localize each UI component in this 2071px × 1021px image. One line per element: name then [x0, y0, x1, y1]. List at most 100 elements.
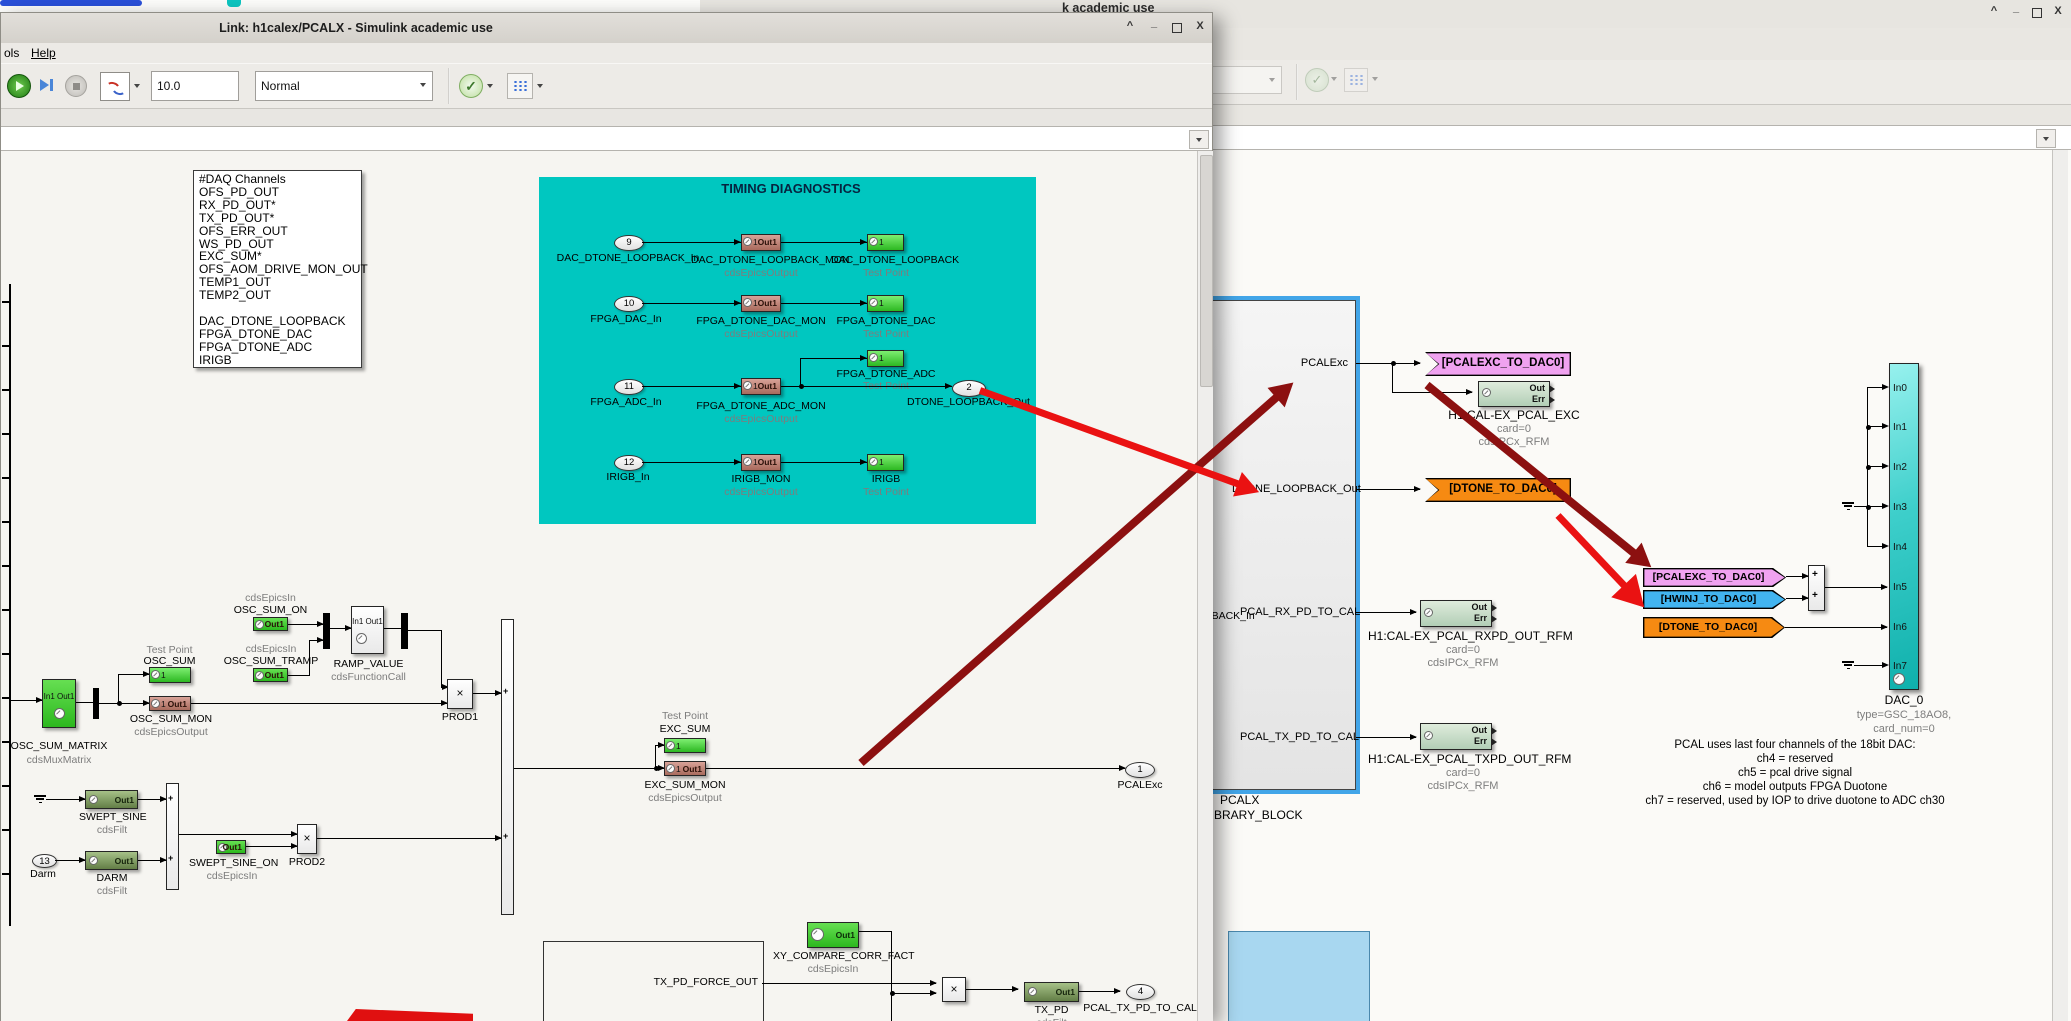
library-browser-icon[interactable]	[507, 73, 533, 99]
osc-sum-mon-block[interactable]: 1Out1	[149, 696, 191, 711]
inport-10[interactable]: 10	[614, 296, 644, 312]
darm-block[interactable]: Out1	[85, 851, 138, 870]
dac0-card: card_num=0	[1844, 723, 1964, 735]
bg-maximize-button[interactable]	[2032, 8, 2042, 18]
exc-sum-mon-label: EXC_SUM_MON	[635, 780, 735, 792]
bg-strip-dropdown-button[interactable]	[2036, 129, 2056, 148]
osc-sum-matrix-block[interactable]: In1 Out1	[42, 679, 76, 728]
bg-library-browser-icon[interactable]	[1344, 68, 1368, 92]
step-forward-icon[interactable]	[35, 74, 57, 96]
front-strip-dropdown-button[interactable]	[1189, 130, 1209, 149]
prod1-block[interactable]: ×	[447, 679, 473, 709]
inport-9[interactable]: 9	[614, 235, 644, 251]
bg-close-button[interactable]: X	[2050, 5, 2066, 19]
prod1-label: PROD1	[434, 712, 486, 724]
subsystem-port-pcalexc: PCALExc	[1240, 357, 1348, 369]
bg-minimize-button[interactable]: _	[2008, 2, 2024, 16]
ipc-rxpd-block[interactable]: OutErr	[1420, 600, 1492, 627]
mon-block-4[interactable]: 1Out1	[741, 454, 781, 471]
osc-sum-tramp-block[interactable]: Out1	[253, 668, 288, 682]
front-canvas: #DAQ Channels OFS_PD_OUT RX_PD_OUT* TX_P…	[1, 151, 1197, 1021]
testpoint-block-4[interactable]: 1	[867, 454, 904, 471]
stop-icon[interactable]	[65, 75, 87, 97]
ipc-txpd-name: H1:CAL-EX_PCAL_TXPD_OUT_RFM	[1368, 753, 1558, 766]
daq-channels-box[interactable]: #DAQ Channels OFS_PD_OUT RX_PD_OUT* TX_P…	[193, 170, 362, 368]
dac0-block[interactable]: In0 In1 In2 In3 In4 In5 In6 In7	[1889, 363, 1919, 690]
from-tag-dtone[interactable]: [DTONE_TO_DAC0]	[1643, 617, 1785, 638]
demux-bar[interactable]	[401, 613, 408, 649]
front-address-strip[interactable]	[1, 126, 1212, 151]
scope-dropdown-caret[interactable]	[134, 84, 140, 88]
ipc-txpd-card: card=0	[1368, 767, 1558, 779]
swept-sine-label: SWEPT_SINE	[79, 812, 145, 824]
inport-13[interactable]: 13	[32, 854, 57, 868]
goto-tag-pcalexc[interactable]: [PCALEXC_TO_DAC0]	[1425, 352, 1571, 376]
mon-block-2[interactable]: 1Out1	[741, 295, 781, 312]
outport-1-label: PCALExc	[1111, 780, 1169, 792]
left-subsystem-border	[9, 284, 11, 926]
ramp-value-sub: cdsFunctionCall	[331, 672, 406, 684]
ground-icon	[1842, 502, 1854, 511]
dac-port-in3: In3	[1893, 502, 1907, 513]
dac-port-in4: In4	[1893, 542, 1907, 553]
update-check-icon[interactable]: ✓	[459, 74, 483, 98]
play-icon[interactable]	[7, 74, 31, 98]
xy-compare-block[interactable]: Out1	[807, 922, 859, 948]
exc-sum-mon-block[interactable]: 1Out1	[664, 761, 706, 776]
swept-sine-on-block[interactable]: Out1	[216, 840, 246, 854]
ipc-txpd-block[interactable]: OutErr	[1420, 723, 1492, 750]
front-shade-button[interactable]: ^	[1122, 20, 1138, 34]
osc-sum-on-block[interactable]: Out1	[253, 617, 288, 631]
inport-11[interactable]: 11	[614, 379, 644, 395]
front-maximize-button[interactable]	[1172, 23, 1182, 33]
osc-sum-testpoint-block[interactable]: 1	[149, 667, 191, 683]
subsystem-port-tx: PCAL_TX_PD_TO_CAL	[1240, 731, 1348, 743]
sim-time-input[interactable]	[151, 71, 239, 101]
front-close-button[interactable]: X	[1192, 20, 1208, 34]
mon-2-label: FPGA_DTONE_DAC_MON	[691, 316, 831, 328]
check-dropdown-caret[interactable]	[487, 84, 493, 88]
dac-port-in7: In7	[1893, 661, 1907, 672]
mux-bar[interactable]	[323, 613, 330, 649]
main-sum-block[interactable]	[501, 619, 514, 915]
outport-4[interactable]: 4	[1126, 984, 1155, 1000]
ipc-exc-block[interactable]: OutErr	[1478, 381, 1550, 407]
testpoint-block-1[interactable]: 1	[867, 234, 904, 251]
outport-1[interactable]: 1	[1125, 762, 1155, 778]
menu-tools-partial[interactable]: ols	[4, 46, 19, 60]
exc-sum-testpoint-block[interactable]: 1	[664, 738, 706, 753]
scope-icon[interactable]	[100, 72, 130, 101]
swept-sine-block[interactable]: Out1	[85, 790, 138, 809]
mon-block-1[interactable]: 1Out1	[741, 234, 781, 251]
front-vertical-scrollbar[interactable]	[1197, 151, 1213, 1021]
scrollbar-thumb[interactable]	[1200, 155, 1213, 387]
from-tag-pcalexc[interactable]: [PCALEXC_TO_DAC0]	[1643, 568, 1786, 587]
tp-1-sub: Test Point	[831, 268, 941, 280]
sum-plus-2: +	[1812, 590, 1818, 601]
front-titlebar[interactable]: Link: h1calex/PCALX - Simulink academic …	[1, 13, 1212, 44]
from-tag-hwinj[interactable]: [HWINJ_TO_DAC0]	[1643, 590, 1786, 609]
library-dropdown-caret[interactable]	[537, 84, 543, 88]
bg-update-check-icon[interactable]: ✓	[1305, 68, 1329, 92]
bg-vertical-scrollbar[interactable]	[2052, 150, 2068, 1021]
subsystem-type-label: LIBRARY_BLOCK	[1204, 809, 1303, 822]
sim-mode-select[interactable]: Normal	[255, 71, 433, 101]
testpoint-block-3[interactable]: 1	[867, 350, 904, 367]
bg-shade-button[interactable]: ^	[1986, 5, 2002, 19]
menu-help[interactable]: Help	[31, 46, 56, 60]
dac0-name: DAC_0	[1874, 694, 1934, 707]
prod3-block[interactable]: ×	[942, 977, 966, 1002]
front-minimize-button[interactable]: _	[1146, 17, 1162, 31]
prod2-block[interactable]: ×	[297, 824, 317, 854]
front-menubar: ols Help	[1, 43, 1212, 63]
mon-block-3[interactable]: 1Out1	[741, 378, 781, 395]
ipc-rxpd-sub: cdsIPCx_RFM	[1368, 657, 1558, 669]
daq-line: OFS_ERR_OUT	[199, 225, 356, 238]
blue-block-partial[interactable]	[1228, 931, 1370, 1021]
tx-pd-block[interactable]: Out1	[1024, 982, 1079, 1002]
ramp-value-block[interactable]: In1 Out1	[351, 606, 384, 654]
osc-sum-on-sub: cdsEpicsIn	[218, 593, 323, 605]
inport-12[interactable]: 12	[614, 455, 644, 471]
tp-4-sub: Test Point	[831, 487, 941, 499]
testpoint-block-2[interactable]: 1	[867, 295, 904, 312]
